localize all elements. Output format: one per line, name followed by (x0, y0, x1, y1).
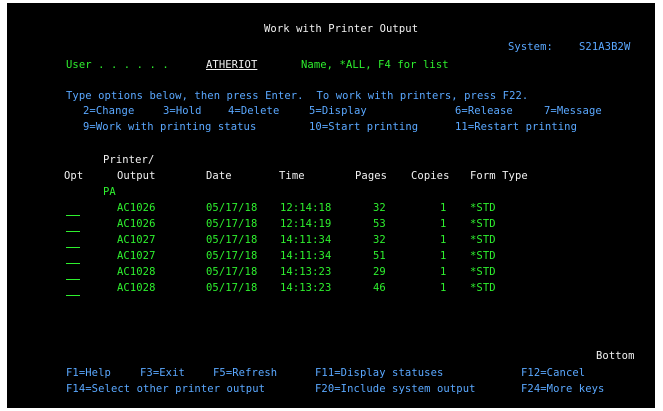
f24-more-keys[interactable]: F24=More keys (521, 383, 604, 395)
col-header-output: Output (117, 170, 156, 182)
row-pages: 53 (373, 218, 386, 230)
bottom-indicator: Bottom (596, 350, 635, 362)
opt-input[interactable] (66, 247, 80, 248)
row-copies: 1 (440, 234, 447, 246)
row-copies: 1 (440, 282, 447, 294)
row-output: AC1027 (117, 250, 156, 262)
row-time: 12:14:18 (280, 202, 332, 214)
terminal-screen: Work with Printer Output System: S21A3B2… (7, 3, 655, 408)
row-output: AC1028 (117, 266, 156, 278)
option-display: 5=Display (309, 105, 367, 117)
opt-input[interactable] (66, 215, 80, 216)
row-time: 12:14:19 (280, 218, 332, 230)
option-work-printing-status: 9=Work with printing status (83, 121, 257, 133)
row-form-type: *STD (470, 234, 496, 246)
row-form-type: *STD (470, 282, 496, 294)
row-form-type: *STD (470, 202, 496, 214)
col-header-time: Time (279, 170, 305, 182)
col-header-printer: Printer/ (103, 154, 155, 166)
option-message: 7=Message (544, 105, 602, 117)
f12-cancel-key[interactable]: F12=Cancel (521, 367, 585, 379)
screen-title: Work with Printer Output (264, 23, 419, 35)
row-date: 05/17/18 (206, 250, 258, 262)
row-time: 14:13:23 (280, 282, 332, 294)
row-pages: 29 (373, 266, 386, 278)
f3-exit-key[interactable]: F3=Exit (140, 367, 185, 379)
row-output: AC1028 (117, 282, 156, 294)
row-time: 14:11:34 (280, 250, 332, 262)
option-delete: 4=Delete (228, 105, 280, 117)
col-header-date: Date (206, 170, 232, 182)
row-copies: 1 (440, 218, 447, 230)
row-pages: 32 (373, 234, 386, 246)
user-field-label: User . . . . . . (66, 59, 169, 71)
row-form-type: *STD (470, 218, 496, 230)
row-time: 14:11:34 (280, 234, 332, 246)
col-header-opt: Opt (64, 170, 84, 182)
option-hold: 3=Hold (163, 105, 202, 117)
f5-refresh-key[interactable]: F5=Refresh (213, 367, 277, 379)
row-date: 05/17/18 (206, 282, 258, 294)
opt-input[interactable] (66, 231, 80, 232)
row-pages: 46 (373, 282, 386, 294)
opt-input[interactable] (66, 263, 80, 264)
row-output: AC1026 (117, 202, 156, 214)
system-name: S21A3B2W (579, 41, 631, 53)
row-output: AC1027 (117, 234, 156, 246)
row-date: 05/17/18 (206, 202, 258, 214)
instructions-text: Type options below, then press Enter. To… (66, 90, 529, 102)
option-release: 6=Release (455, 105, 513, 117)
row-form-type: *STD (470, 266, 496, 278)
row-time: 14:13:23 (280, 266, 332, 278)
f1-help-key[interactable]: F1=Help (66, 367, 111, 379)
user-field-hint: Name, *ALL, F4 for list (301, 59, 449, 71)
row-copies: 1 (440, 266, 447, 278)
row-date: 05/17/18 (206, 266, 258, 278)
option-change: 2=Change (83, 105, 135, 117)
row-copies: 1 (440, 250, 447, 262)
row-date: 05/17/18 (206, 218, 258, 230)
opt-input[interactable] (66, 295, 80, 296)
row-pages: 32 (373, 202, 386, 214)
row-form-type: *STD (470, 250, 496, 262)
row-pages: 51 (373, 250, 386, 262)
f20-include-system-key[interactable]: F20=Include system output (315, 383, 476, 395)
user-input[interactable]: ATHERIOT (206, 59, 280, 71)
printer-name: PA (103, 186, 116, 198)
f14-select-other-key[interactable]: F14=Select other printer output (66, 383, 265, 395)
opt-input[interactable] (66, 279, 80, 280)
f11-display-statuses-key[interactable]: F11=Display statuses (315, 367, 443, 379)
col-header-copies: Copies (411, 170, 450, 182)
row-output: AC1026 (117, 218, 156, 230)
option-start-printing: 10=Start printing (309, 121, 419, 133)
col-header-form-type: Form Type (470, 170, 528, 182)
system-label: System: (508, 41, 553, 53)
row-copies: 1 (440, 202, 447, 214)
row-date: 05/17/18 (206, 234, 258, 246)
option-restart-printing: 11=Restart printing (455, 121, 578, 133)
col-header-pages: Pages (355, 170, 388, 182)
